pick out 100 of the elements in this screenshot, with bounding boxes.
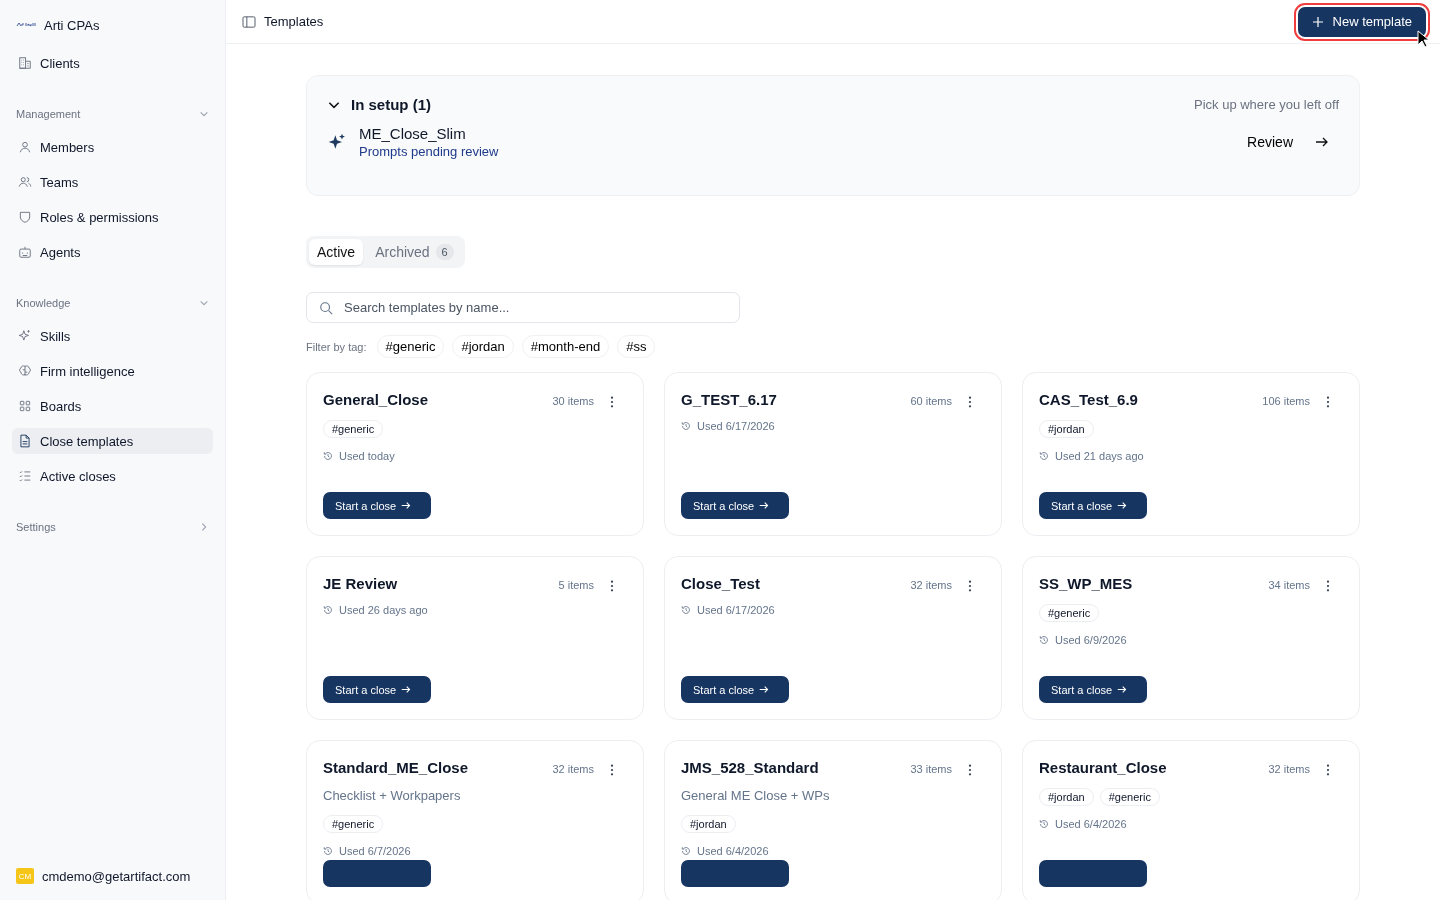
search-icon	[319, 300, 333, 315]
filter-label: Filter by tag:	[306, 340, 367, 353]
cursor-icon	[1417, 30, 1429, 48]
start-close-button[interactable]: Start a close	[681, 676, 789, 703]
history-icon	[681, 846, 691, 856]
brain-icon	[18, 364, 32, 378]
arrow-right-icon	[1315, 136, 1329, 148]
more-icon[interactable]	[1326, 580, 1330, 592]
tab[interactable]: Active	[309, 239, 364, 265]
template-name: SS_WP_MES	[1039, 575, 1134, 592]
item-count: 32 items	[552, 763, 594, 775]
nav-item[interactable]: Clients	[12, 50, 213, 76]
chevron-icon	[199, 522, 209, 532]
nav-item[interactable]: Members	[12, 134, 213, 160]
more-icon[interactable]	[968, 396, 972, 408]
review-button[interactable]: Review	[1241, 133, 1335, 151]
history-icon	[1039, 819, 1049, 829]
last-used: Used 6/17/2026	[697, 604, 775, 616]
item-count: 106 items	[1262, 395, 1310, 407]
people-icon	[18, 175, 32, 189]
nav-item[interactable]: Roles & permissions	[12, 204, 213, 230]
template-name: JE Review	[323, 575, 399, 592]
start-close-button[interactable]	[1039, 860, 1147, 887]
last-used: Used 6/9/2026	[1055, 634, 1127, 646]
history-icon	[323, 451, 333, 461]
user-avatar: CM	[16, 868, 34, 884]
history-icon	[681, 421, 691, 431]
count-badge: 6	[435, 244, 454, 260]
nav-item[interactable]: Close templates	[12, 428, 213, 454]
setup-title: In setup (1)	[351, 96, 432, 113]
nav-item[interactable]: Firm intelligence	[12, 358, 213, 384]
sidebar-toggle-icon[interactable]	[242, 15, 256, 28]
arrow-right-icon	[759, 685, 770, 694]
tag-filter[interactable]: #month-end	[521, 335, 610, 358]
template-name: JMS_528_Standard	[681, 759, 820, 776]
more-icon[interactable]	[610, 580, 614, 592]
history-icon	[681, 605, 691, 615]
nav-item[interactable]: Teams	[12, 169, 213, 195]
more-icon[interactable]	[968, 764, 972, 776]
chevron-icon	[199, 109, 209, 119]
item-count: 33 items	[910, 763, 952, 775]
page-title: Templates	[264, 14, 325, 29]
last-used: Used 21 days ago	[1055, 450, 1144, 462]
item-count: 32 items	[1268, 763, 1310, 775]
template-description: Checklist + Workpapers	[323, 788, 461, 803]
start-close-button[interactable]	[323, 860, 431, 887]
nav-item[interactable]: Active closes	[12, 463, 213, 489]
item-count: 32 items	[910, 579, 952, 591]
section-header[interactable]: Settings	[12, 515, 213, 539]
item-count: 60 items	[910, 395, 952, 407]
arrow-right-icon	[1117, 501, 1128, 510]
tab[interactable]: Archived 6	[367, 239, 462, 265]
tag-filter[interactable]: #generic	[376, 335, 445, 358]
document-icon	[18, 434, 32, 448]
start-close-button[interactable]: Start a close	[1039, 676, 1147, 703]
chevron-icon	[199, 298, 209, 308]
template-description: General ME Close + WPs	[681, 788, 830, 803]
more-icon[interactable]	[968, 580, 972, 592]
template-name: Close_Test	[681, 575, 761, 592]
robot-icon	[18, 245, 32, 259]
start-close-button[interactable]: Start a close	[681, 492, 789, 519]
building-icon	[18, 56, 32, 70]
more-icon[interactable]	[610, 764, 614, 776]
start-close-button[interactable]: Start a close	[323, 492, 431, 519]
grid-icon	[18, 399, 32, 413]
user-email[interactable]: cmdemo@getartifact.com	[42, 868, 191, 884]
more-icon[interactable]	[1326, 764, 1330, 776]
arrow-right-icon	[1117, 685, 1128, 694]
last-used: Used 26 days ago	[339, 604, 428, 616]
last-used: Used 6/7/2026	[339, 845, 411, 857]
history-icon	[1039, 451, 1049, 461]
item-count: 30 items	[552, 395, 594, 407]
person-icon	[18, 140, 32, 154]
last-used: Used 6/4/2026	[697, 845, 769, 857]
item-count: 5 items	[558, 579, 594, 591]
template-name: Standard_ME_Close	[323, 759, 470, 776]
arrow-right-icon	[401, 685, 412, 694]
arrow-right-icon	[401, 501, 412, 510]
last-used: Used 6/17/2026	[697, 420, 775, 432]
search-field[interactable]: Search templates by name...	[306, 292, 740, 323]
nav-item[interactable]: Boards	[12, 393, 213, 419]
more-icon[interactable]	[1326, 396, 1330, 408]
shield-icon	[18, 210, 32, 224]
last-used: Used 6/4/2026	[1055, 818, 1127, 830]
setup-item-name: ME_Close_Slim	[359, 125, 467, 142]
tag-filter[interactable]: #jordan	[452, 335, 514, 358]
nav-item[interactable]: Skills	[12, 323, 213, 349]
start-close-button[interactable]	[681, 860, 789, 887]
section-header[interactable]: Management	[12, 102, 213, 126]
start-close-button[interactable]: Start a close	[1039, 492, 1147, 519]
search-input[interactable]: Search templates by name...	[342, 299, 727, 316]
template-name: Restaurant_Close	[1039, 759, 1168, 776]
template-name: General_Close	[323, 391, 430, 408]
more-icon[interactable]	[610, 396, 614, 408]
section-header[interactable]: Knowledge	[12, 291, 213, 315]
nav-item[interactable]: Agents	[12, 239, 213, 265]
item-count: 34 items	[1268, 579, 1310, 591]
start-close-button[interactable]: Start a close	[323, 676, 431, 703]
template-name: G_TEST_6.17	[681, 391, 778, 408]
tag-filter[interactable]: #ss	[617, 335, 656, 358]
